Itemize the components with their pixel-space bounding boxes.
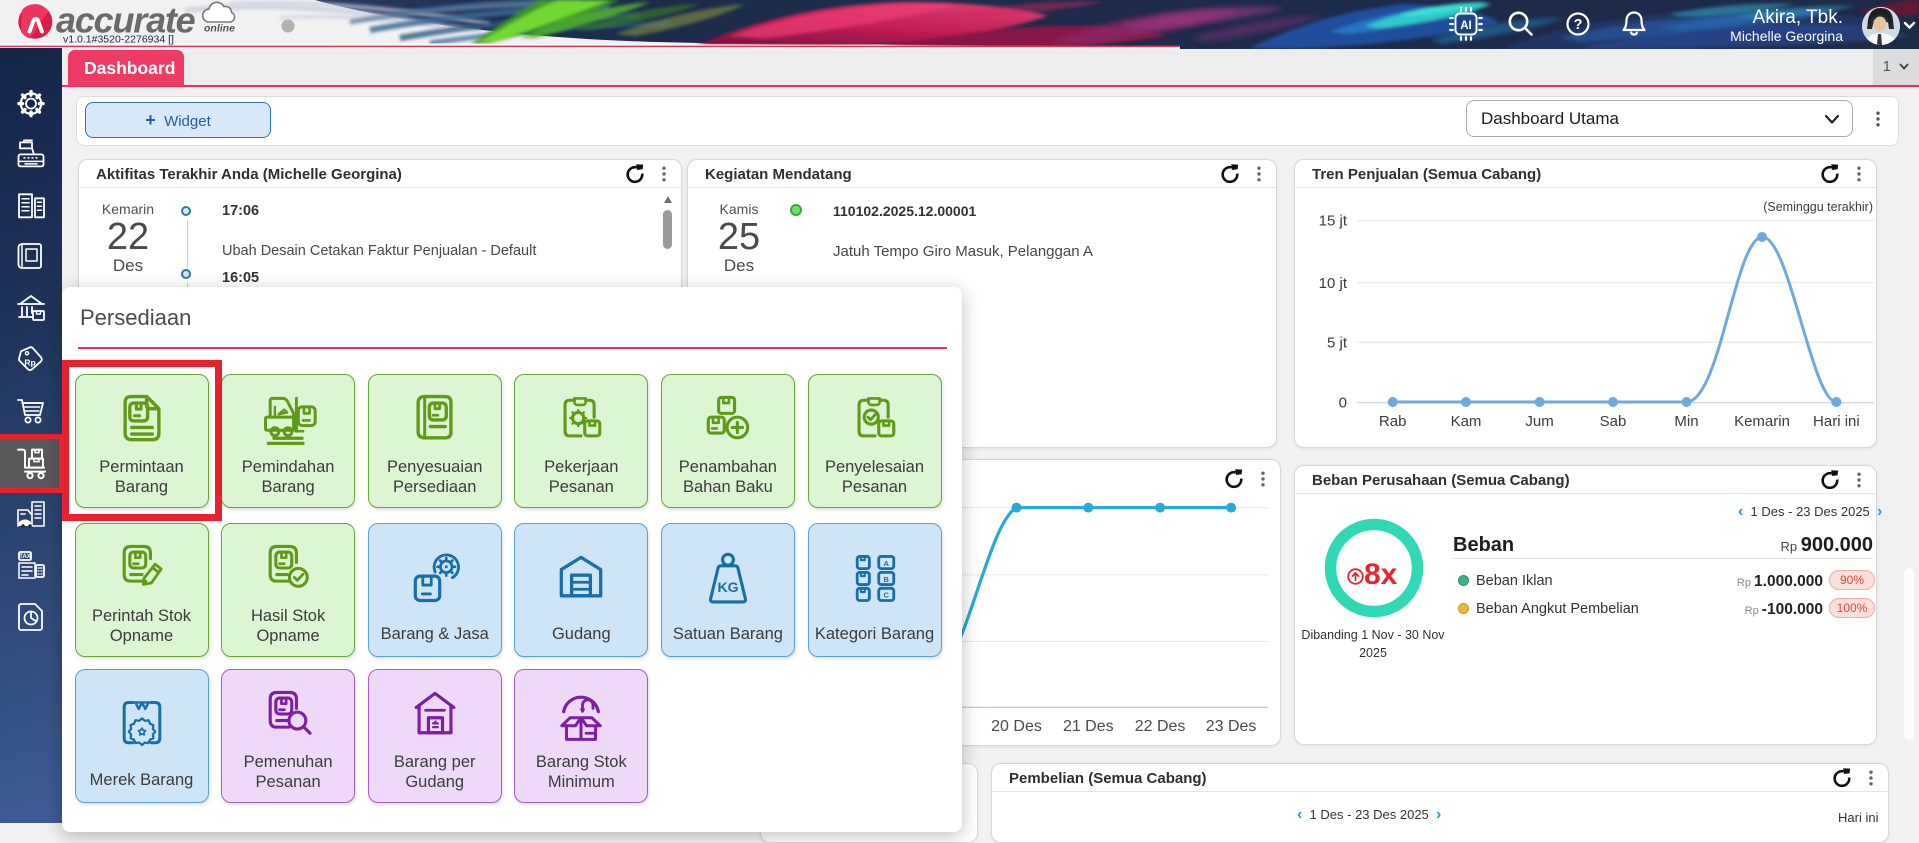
- svg-text:20 Des: 20 Des: [991, 718, 1042, 735]
- svg-text:5 jt: 5 jt: [1327, 334, 1348, 351]
- svg-text:Kam: Kam: [1451, 413, 1482, 430]
- svg-text:AI: AI: [1460, 20, 1472, 32]
- svg-text:Jum: Jum: [1525, 413, 1553, 430]
- svg-text:Rp: Rp: [24, 357, 35, 367]
- svg-text:Min: Min: [1674, 413, 1698, 430]
- svg-text:23 Des: 23 Des: [1206, 718, 1257, 735]
- svg-text:22 Des: 22 Des: [1135, 718, 1186, 735]
- svg-text:0: 0: [1339, 395, 1347, 412]
- svg-text:Kemarin: Kemarin: [1734, 413, 1790, 430]
- svg-text:v1.0.1#3520-2276934 []: v1.0.1#3520-2276934 []: [63, 34, 174, 46]
- svg-text:(Seminggu terakhir): (Seminggu terakhir): [1763, 200, 1873, 214]
- svg-text:TAX: TAX: [19, 554, 31, 560]
- svg-text:Akira, Tbk.: Akira, Tbk.: [1753, 7, 1843, 28]
- svg-text:Michelle Georgina: Michelle Georgina: [1730, 28, 1843, 44]
- svg-text:?: ?: [1574, 17, 1583, 33]
- svg-text:21 Des: 21 Des: [1063, 718, 1114, 735]
- svg-text:10 jt: 10 jt: [1319, 275, 1348, 292]
- svg-text:Rab: Rab: [1379, 413, 1407, 430]
- svg-text:Sab: Sab: [1600, 413, 1627, 430]
- svg-text:online: online: [204, 23, 235, 35]
- svg-text:Hari ini: Hari ini: [1813, 413, 1860, 430]
- svg-text:15 jt: 15 jt: [1319, 213, 1348, 230]
